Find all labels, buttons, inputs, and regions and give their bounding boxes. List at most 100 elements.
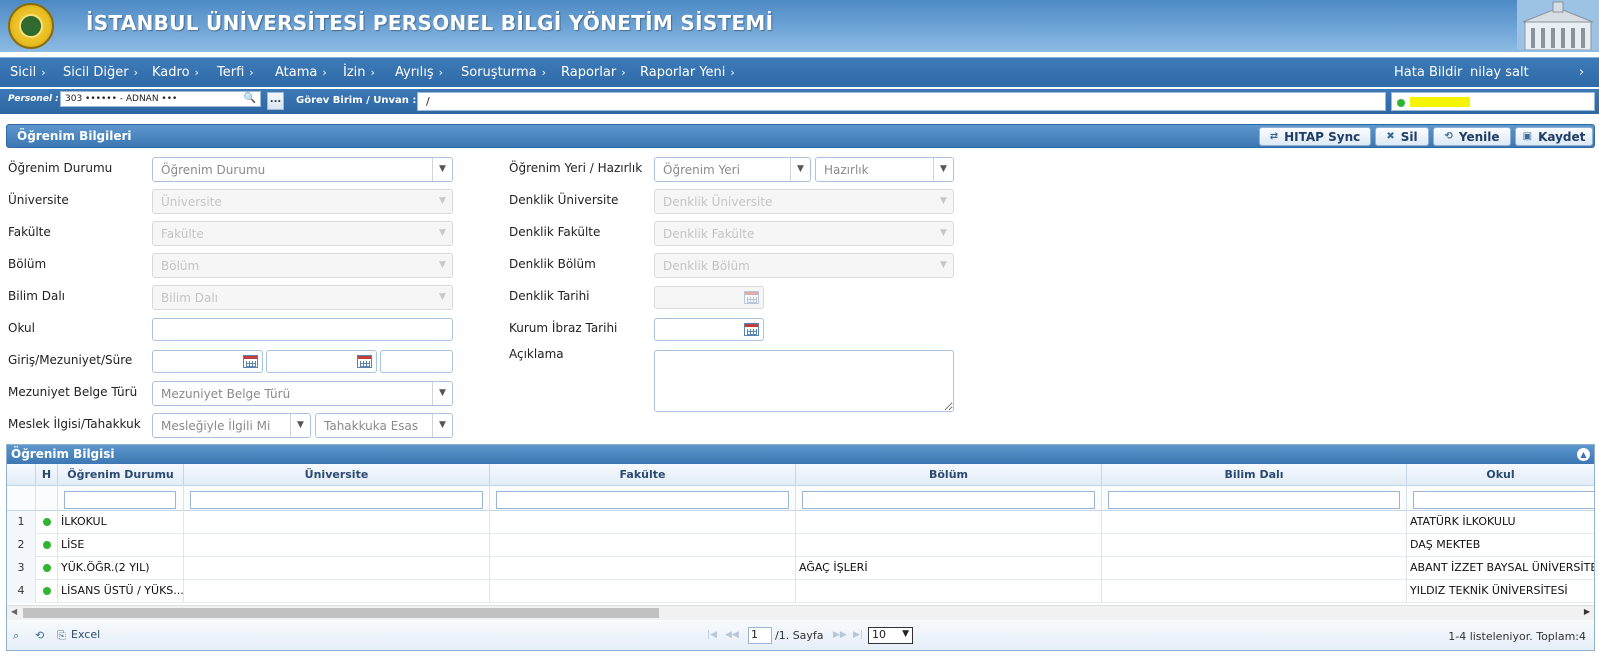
menu-item-sorusturma[interactable]: Soruşturma ›: [461, 65, 546, 80]
sure-input[interactable]: [380, 350, 453, 373]
cell-universite: [184, 580, 490, 603]
table-row[interactable]: 2 LİSE DAŞ MEKTEB: [7, 534, 1594, 557]
menu-item-ayrilis[interactable]: Ayrılış ›: [395, 65, 443, 80]
meslek-ilgisi-select[interactable]: Mesleğiyle İlgili Mi ▼: [152, 413, 311, 438]
calendar-icon[interactable]: [243, 355, 258, 368]
collapse-icon[interactable]: ▲: [1577, 448, 1590, 461]
chevron-right-icon[interactable]: ›: [1579, 65, 1584, 80]
giris-date-input[interactable]: [152, 350, 263, 373]
status-dot-icon: [36, 511, 58, 534]
university-seal-icon: [8, 3, 54, 49]
bilim-dali-select[interactable]: Bilim Dalı ▼: [152, 285, 453, 310]
column-header-bilim-dali[interactable]: Bilim Dalı: [1102, 464, 1407, 486]
aciklama-textarea[interactable]: [654, 350, 954, 412]
table-row[interactable]: 1 İLKOKUL ATATÜRK İLKOKULU: [7, 511, 1594, 534]
last-page-icon[interactable]: ▶|: [853, 630, 863, 640]
tahakkuk-select[interactable]: Tahakkuka Esas ▼: [315, 413, 453, 438]
save-button[interactable]: ▣ Kaydet: [1515, 127, 1593, 146]
delete-button[interactable]: ✖ Sil: [1375, 127, 1429, 146]
scroll-right-icon[interactable]: ▶: [1584, 607, 1590, 616]
bolum-select[interactable]: Bölüm ▼: [152, 253, 453, 278]
report-error-link[interactable]: Hata Bildir: [1394, 65, 1462, 80]
cell-bilim-dali: [1102, 534, 1407, 557]
hitap-sync-button[interactable]: ⇄ HITAP Sync: [1259, 127, 1371, 146]
column-header-universite[interactable]: Üniversite: [184, 464, 490, 486]
chevron-down-icon[interactable]: ▼: [432, 158, 452, 181]
grid-pager: ⌕ ⟲ ⎘ Excel |◀ ◀◀ 1 /1. Sayfa ▶▶ ▶| 10 ▼ …: [7, 621, 1594, 650]
university-building-icon: [1517, 0, 1599, 50]
column-header-h[interactable]: H: [36, 464, 58, 486]
table-row[interactable]: 4 LİSANS ÜSTÜ / YÜKS... YILDIZ TEKNİK ÜN…: [7, 580, 1594, 603]
ogrenim-yeri-hazirlik-label: Öğrenim Yeri / Hazırlık: [509, 161, 643, 175]
status-field: [1391, 92, 1595, 111]
page-number-input[interactable]: 1: [748, 627, 772, 644]
denklik-universite-select[interactable]: Denklik Üniversite ▼: [654, 189, 954, 214]
filter-bolum-input[interactable]: [802, 491, 1095, 509]
horizontal-scrollbar[interactable]: ◀ ▶: [7, 605, 1594, 620]
mezuniyet-belge-turu-select[interactable]: Mezuniyet Belge Türü ▼: [152, 381, 453, 406]
search-icon[interactable]: ⌕: [13, 629, 19, 643]
gorev-field[interactable]: /: [417, 92, 1386, 111]
ogrenim-durumu-select[interactable]: Öğrenim Durumu ▼: [152, 157, 453, 182]
excel-icon[interactable]: ⎘: [57, 629, 66, 643]
chevron-down-icon[interactable]: ▼: [933, 158, 953, 181]
denklik-tarihi-label: Denklik Tarihi: [509, 289, 590, 303]
calendar-icon[interactable]: [744, 323, 759, 336]
universite-select[interactable]: Üniversite ▼: [152, 189, 453, 214]
mezuniyet-date-input[interactable]: [266, 350, 377, 373]
menu-item-raporlar-yeni[interactable]: Raporlar Yeni ›: [640, 65, 735, 80]
filter-ogrenim-durumu-input[interactable]: [64, 491, 176, 509]
page-size-select[interactable]: 10 ▼: [868, 627, 913, 644]
menu-item-sicil[interactable]: Sicil ›: [10, 65, 46, 80]
excel-export-link[interactable]: Excel: [71, 628, 100, 641]
okul-input[interactable]: [152, 318, 453, 341]
menu-item-sicil-diger[interactable]: Sicil Diğer ›: [63, 65, 138, 80]
menu-item-izin[interactable]: İzin ›: [343, 65, 375, 80]
chevron-down-icon[interactable]: ▼: [432, 382, 452, 405]
chevron-down-icon: ▼: [439, 228, 446, 238]
filter-bilim-dali-input[interactable]: [1108, 491, 1400, 509]
denklik-fakulte-select[interactable]: Denklik Fakülte ▼: [654, 221, 954, 246]
next-page-icon[interactable]: ▶▶: [833, 630, 847, 640]
refresh-button[interactable]: ⟲ Yenile: [1433, 127, 1511, 146]
menu-item-atama[interactable]: Atama ›: [275, 65, 327, 80]
mezuniyet-belge-turu-label: Mezuniyet Belge Türü: [8, 385, 138, 399]
column-header-okul[interactable]: Okul: [1407, 464, 1594, 486]
section-title: Öğrenim Bilgileri: [17, 129, 132, 143]
kurum-ibraz-tarihi-input[interactable]: [654, 318, 764, 341]
personel-search-input[interactable]: 303 •••••• - ADNAN ••• 🔍: [60, 91, 261, 107]
refresh-icon[interactable]: ⟲: [35, 629, 44, 642]
grid-header: H Öğrenim Durumu Üniversite Fakülte Bölü…: [7, 464, 1594, 486]
personel-picker-button[interactable]: ...: [267, 92, 284, 110]
section-header: Öğrenim Bilgileri ⇄ HITAP Sync ✖ Sil ⟲ Yeni…: [6, 124, 1595, 148]
chevron-down-icon[interactable]: ▼: [790, 158, 810, 181]
filter-fakulte-input[interactable]: [496, 491, 789, 509]
menu-item-raporlar[interactable]: Raporlar ›: [561, 65, 626, 80]
table-row[interactable]: 3 YÜK.ÖĞR.(2 YIL) AĞAÇ İŞLERİ ABANT İZZE…: [7, 557, 1594, 580]
menu-item-kadro[interactable]: Kadro ›: [152, 65, 199, 80]
denklik-tarihi-input[interactable]: [654, 286, 764, 309]
prev-page-icon[interactable]: ◀◀: [725, 630, 739, 640]
chevron-down-icon[interactable]: ▼: [432, 414, 452, 437]
calendar-icon[interactable]: [357, 355, 372, 368]
hazirlik-select[interactable]: Hazırlık ▼: [815, 157, 954, 182]
column-header-bolum[interactable]: Bölüm: [796, 464, 1102, 486]
column-header-ogrenim-durumu[interactable]: Öğrenim Durumu: [58, 464, 184, 486]
status-dot-icon: [36, 534, 58, 557]
fakulte-select[interactable]: Fakülte ▼: [152, 221, 453, 246]
column-header-fakulte[interactable]: Fakülte: [490, 464, 796, 486]
scrollbar-thumb[interactable]: [23, 608, 659, 618]
menu-item-terfi[interactable]: Terfi ›: [217, 65, 254, 80]
ogrenim-yeri-select[interactable]: Öğrenim Yeri ▼: [654, 157, 811, 182]
filter-okul-input[interactable]: [1413, 491, 1595, 509]
cell-fakulte: [490, 511, 796, 534]
search-icon[interactable]: 🔍: [244, 93, 256, 104]
scroll-left-icon[interactable]: ◀: [11, 607, 17, 616]
first-page-icon[interactable]: |◀: [707, 630, 717, 640]
filter-universite-input[interactable]: [190, 491, 483, 509]
cell-ogrenim-durumu: LİSE: [58, 534, 184, 557]
chevron-down-icon[interactable]: ▼: [290, 414, 310, 437]
user-menu[interactable]: nilay salt: [1470, 65, 1529, 80]
row-number: 2: [7, 534, 36, 557]
denklik-bolum-select[interactable]: Denklik Bölüm ▼: [654, 253, 954, 278]
